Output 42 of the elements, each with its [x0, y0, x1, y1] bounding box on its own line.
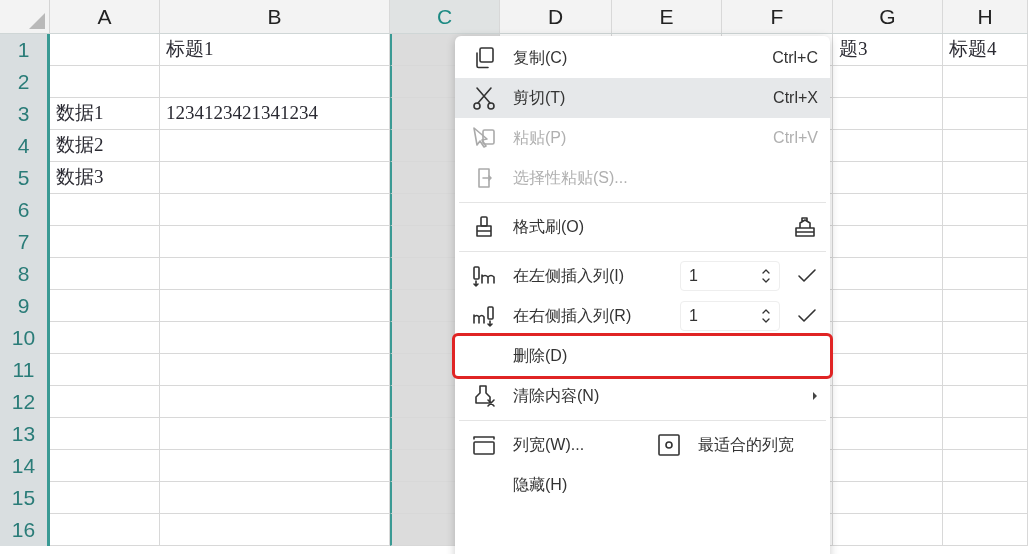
row-header[interactable]: 9	[0, 290, 50, 322]
table-cell: 数据3	[50, 162, 160, 194]
count-field[interactable]: 1	[680, 301, 780, 331]
column-header[interactable]: D	[500, 0, 612, 33]
row-header[interactable]: 4	[0, 130, 50, 162]
count-field[interactable]: 1	[680, 261, 780, 291]
menu-item[interactable]: 复制(C) Ctrl+C	[455, 38, 830, 78]
row-header[interactable]: 3	[0, 98, 50, 130]
autofit-option[interactable]: 最适合的列宽	[656, 432, 794, 458]
row-header[interactable]: 5	[0, 162, 50, 194]
shortcut-label: Ctrl+X	[773, 88, 818, 108]
column-header[interactable]: G	[833, 0, 943, 33]
row-header[interactable]: 14	[0, 450, 50, 482]
menu-item[interactable]: 在右侧插入列(R) 1	[455, 296, 830, 336]
shortcut-label: Ctrl+C	[772, 48, 818, 68]
column-header[interactable]: A	[50, 0, 160, 33]
row-header[interactable]: 2	[0, 66, 50, 98]
column-header[interactable]: H	[943, 0, 1028, 33]
row-header[interactable]: 13	[0, 418, 50, 450]
row-header[interactable]: 7	[0, 226, 50, 258]
row-header[interactable]: 15	[0, 482, 50, 514]
row-header[interactable]: 1	[0, 34, 50, 66]
column-header[interactable]: E	[612, 0, 722, 33]
menu-item[interactable]: 列宽(W)... 最适合的列宽	[455, 425, 830, 465]
row-header[interactable]: 11	[0, 354, 50, 386]
row-header[interactable]: 16	[0, 514, 50, 546]
row-header[interactable]: 6	[0, 194, 50, 226]
row-header[interactable]: 8	[0, 258, 50, 290]
menu-item[interactable]: 剪切(T) Ctrl+X	[455, 78, 830, 118]
menu-item[interactable]: 格式刷(O)	[455, 207, 830, 247]
table-cell: 数据2	[50, 130, 160, 162]
menu-item[interactable]: 在左侧插入列(I) 1	[455, 256, 830, 296]
menu-item[interactable]: 隐藏(H)	[455, 465, 830, 505]
menu-item[interactable]: 清除内容(N)	[455, 376, 830, 416]
table-cell: 标题4	[943, 34, 1028, 66]
column-header[interactable]: F	[722, 0, 833, 33]
row-header[interactable]: 10	[0, 322, 50, 354]
shortcut-label: Ctrl+V	[773, 128, 818, 148]
menu-item[interactable]: 删除(D)	[455, 336, 830, 376]
row-header[interactable]: 12	[0, 386, 50, 418]
table-cell: 数据1	[50, 98, 160, 130]
table-cell: 题3	[833, 34, 943, 66]
